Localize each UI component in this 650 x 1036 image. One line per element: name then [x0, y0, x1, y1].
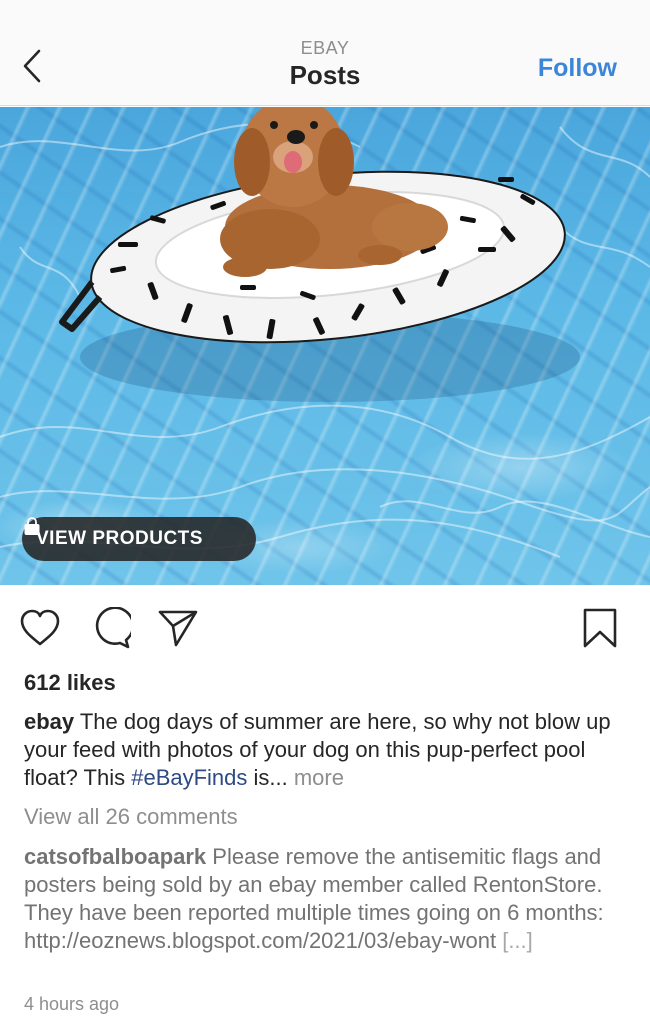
caption-more-link[interactable]: more [294, 765, 344, 790]
post-caption: ebay The dog days of summer are here, so… [24, 708, 624, 792]
follow-button[interactable]: Follow [538, 54, 617, 83]
caption-hashtag[interactable]: #eBayFinds [131, 765, 247, 790]
top-nav-bar: EBAY Posts Follow [0, 0, 650, 106]
dog-on-pool-float-illustration [0, 107, 650, 558]
paper-plane-icon [158, 610, 198, 647]
save-button[interactable] [578, 606, 622, 650]
post-action-bar [0, 600, 650, 656]
view-products-label: VIEW PRODUCTS [36, 528, 203, 549]
comment-truncation: [...] [496, 928, 533, 953]
post-timestamp: 4 hours ago [24, 994, 120, 1014]
comment-link[interactable]: eoznews.blogspot.com/2021/03/ebay-wont [79, 928, 496, 953]
heart-icon [20, 609, 60, 646]
caption-username[interactable]: ebay [24, 709, 74, 734]
likes-count[interactable]: 612 likes [24, 670, 116, 696]
like-button[interactable] [18, 606, 62, 650]
comment-button[interactable] [88, 606, 132, 650]
view-all-comments-link[interactable]: View all 26 comments [24, 804, 238, 830]
comment-username[interactable]: catsofbalboapark [24, 844, 206, 869]
post-image[interactable]: VIEW PRODUCTS [0, 107, 650, 585]
shopping-bag-icon [24, 517, 40, 535]
view-products-button[interactable]: VIEW PRODUCTS [22, 517, 256, 561]
comment-bubble-icon [95, 607, 131, 649]
share-button[interactable] [156, 606, 200, 650]
bookmark-icon [583, 608, 617, 648]
comment-item: catsofbalboapark Please remove the antis… [24, 843, 624, 955]
caption-text-end: is... [247, 765, 294, 790]
